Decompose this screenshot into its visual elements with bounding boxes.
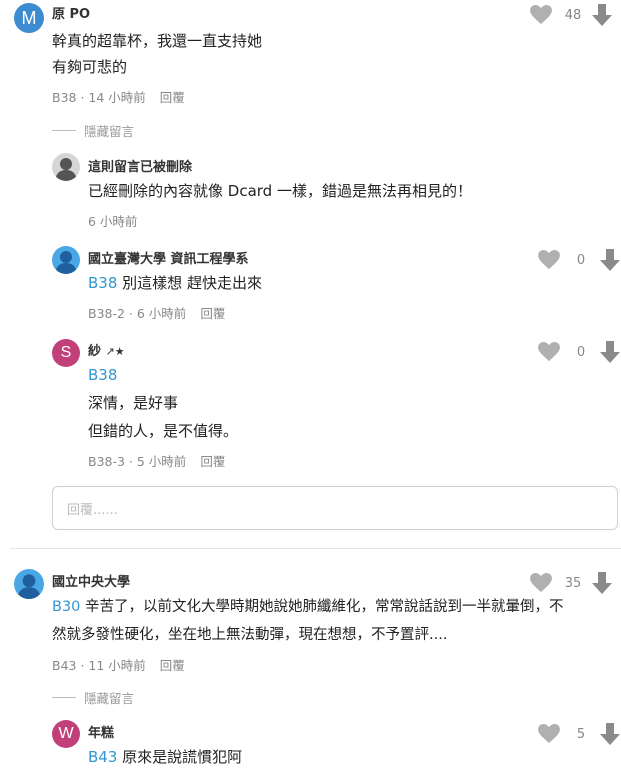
comment-author: 這則留言已被刪除 (88, 160, 193, 175)
reply-link[interactable]: 回覆 (160, 90, 185, 105)
like-count: 35 (564, 575, 582, 591)
comment-line: 有夠可悲的 (52, 58, 128, 76)
hide-comments-toggle[interactable]: 隱藏留言 (52, 688, 134, 707)
avatar[interactable]: S (52, 339, 80, 367)
comment-line: B38 別這樣想 趕快走出來 (88, 274, 262, 292)
like-count: 0 (576, 344, 586, 360)
reply-input[interactable]: 回覆...... (52, 486, 618, 530)
comment-author[interactable]: 原 PO (52, 3, 90, 22)
comment-line: 深情，是好事 (88, 394, 179, 412)
person-silhouette-icon (17, 574, 41, 599)
like-count: 0 (576, 252, 586, 268)
heart-icon[interactable] (538, 250, 560, 270)
comment-line: B30 辛苦了，以前文化大學時期她說她肺纖維化，常常說話說到一半就暈倒，不 (52, 599, 564, 615)
heart-icon[interactable] (530, 573, 552, 593)
comment-line: 幹真的超靠杯，我還一直支持她 (52, 32, 263, 50)
avatar[interactable]: W (52, 720, 80, 748)
comment-line: B43 原來是說謊慣犯阿 (88, 748, 243, 766)
comment-line: 已經刪除的內容就像 Dcard 一樣，錯過是無法再相見的！ (88, 182, 472, 200)
heart-icon[interactable] (538, 724, 560, 744)
divider-line (52, 130, 76, 131)
comment-meta: B43 · 11 小時前 回覆 (52, 658, 185, 673)
divider-line (52, 697, 76, 698)
avatar[interactable]: M (14, 3, 44, 33)
timestamp: 5 小時前 (136, 454, 187, 469)
reaction-group: 0 (538, 249, 620, 271)
comment-meta: B38 · 14 小時前 回覆 (52, 90, 185, 105)
timestamp: 11 小時前 (88, 658, 146, 673)
floor-number: B43 (52, 658, 77, 673)
reaction-group: 35 (530, 572, 612, 594)
person-silhouette-icon (55, 251, 77, 274)
comment-author[interactable]: 國立臺灣大學 資訊工程學系 (88, 248, 249, 267)
floor-mention-link[interactable]: B38 (88, 274, 117, 292)
like-count: 48 (564, 7, 582, 23)
like-count: 5 (576, 726, 586, 742)
comment-line: 但錯的人，是不值得。 (88, 422, 239, 440)
down-arrow-icon[interactable] (592, 4, 612, 26)
comment-meta: 6 小時前 (88, 211, 137, 230)
reply-link[interactable]: 回覆 (200, 306, 225, 321)
floor-number: B38-3 (88, 454, 125, 469)
reply-link[interactable]: 回覆 (200, 454, 225, 469)
down-arrow-icon[interactable] (600, 723, 620, 745)
avatar (52, 153, 80, 181)
comment-line: 然就多發性硬化，坐在地上無法動彈，現在想想，不予置評.... (52, 627, 448, 643)
timestamp: 6 小時前 (88, 214, 138, 229)
reply-link[interactable]: 回覆 (160, 658, 185, 673)
reaction-group: 5 (538, 723, 620, 745)
floor-mention-link[interactable]: B30 (52, 599, 80, 615)
heart-icon[interactable] (530, 5, 552, 25)
comment-author[interactable]: 紗 ↗★ (88, 340, 125, 359)
floor-number: B38-2 (88, 306, 125, 321)
comment-divider (10, 548, 621, 549)
comment-meta: B38-2 · 6 小時前 回覆 (88, 306, 226, 321)
comment-author[interactable]: 年糕 (88, 722, 114, 741)
comment-meta: B38-3 · 5 小時前 回覆 (88, 454, 226, 469)
reaction-group: 48 (530, 4, 612, 26)
author-badge: ↗★ (105, 345, 125, 358)
avatar[interactable] (14, 569, 44, 599)
timestamp: 6 小時前 (136, 306, 187, 321)
floor-mention-link[interactable]: B43 (88, 748, 117, 766)
down-arrow-icon[interactable] (600, 249, 620, 271)
floor-number: B38 (52, 90, 77, 105)
timestamp: 14 小時前 (88, 90, 146, 105)
reaction-group: 0 (538, 341, 620, 363)
person-silhouette-icon (55, 158, 77, 181)
down-arrow-icon[interactable] (592, 572, 612, 594)
comment-author[interactable]: 國立中央大學 (52, 571, 130, 590)
hide-comments-toggle[interactable]: 隱藏留言 (52, 121, 134, 140)
heart-icon[interactable] (538, 342, 560, 362)
down-arrow-icon[interactable] (600, 341, 620, 363)
floor-mention-link[interactable]: B38 (88, 362, 117, 388)
avatar[interactable] (52, 246, 80, 274)
